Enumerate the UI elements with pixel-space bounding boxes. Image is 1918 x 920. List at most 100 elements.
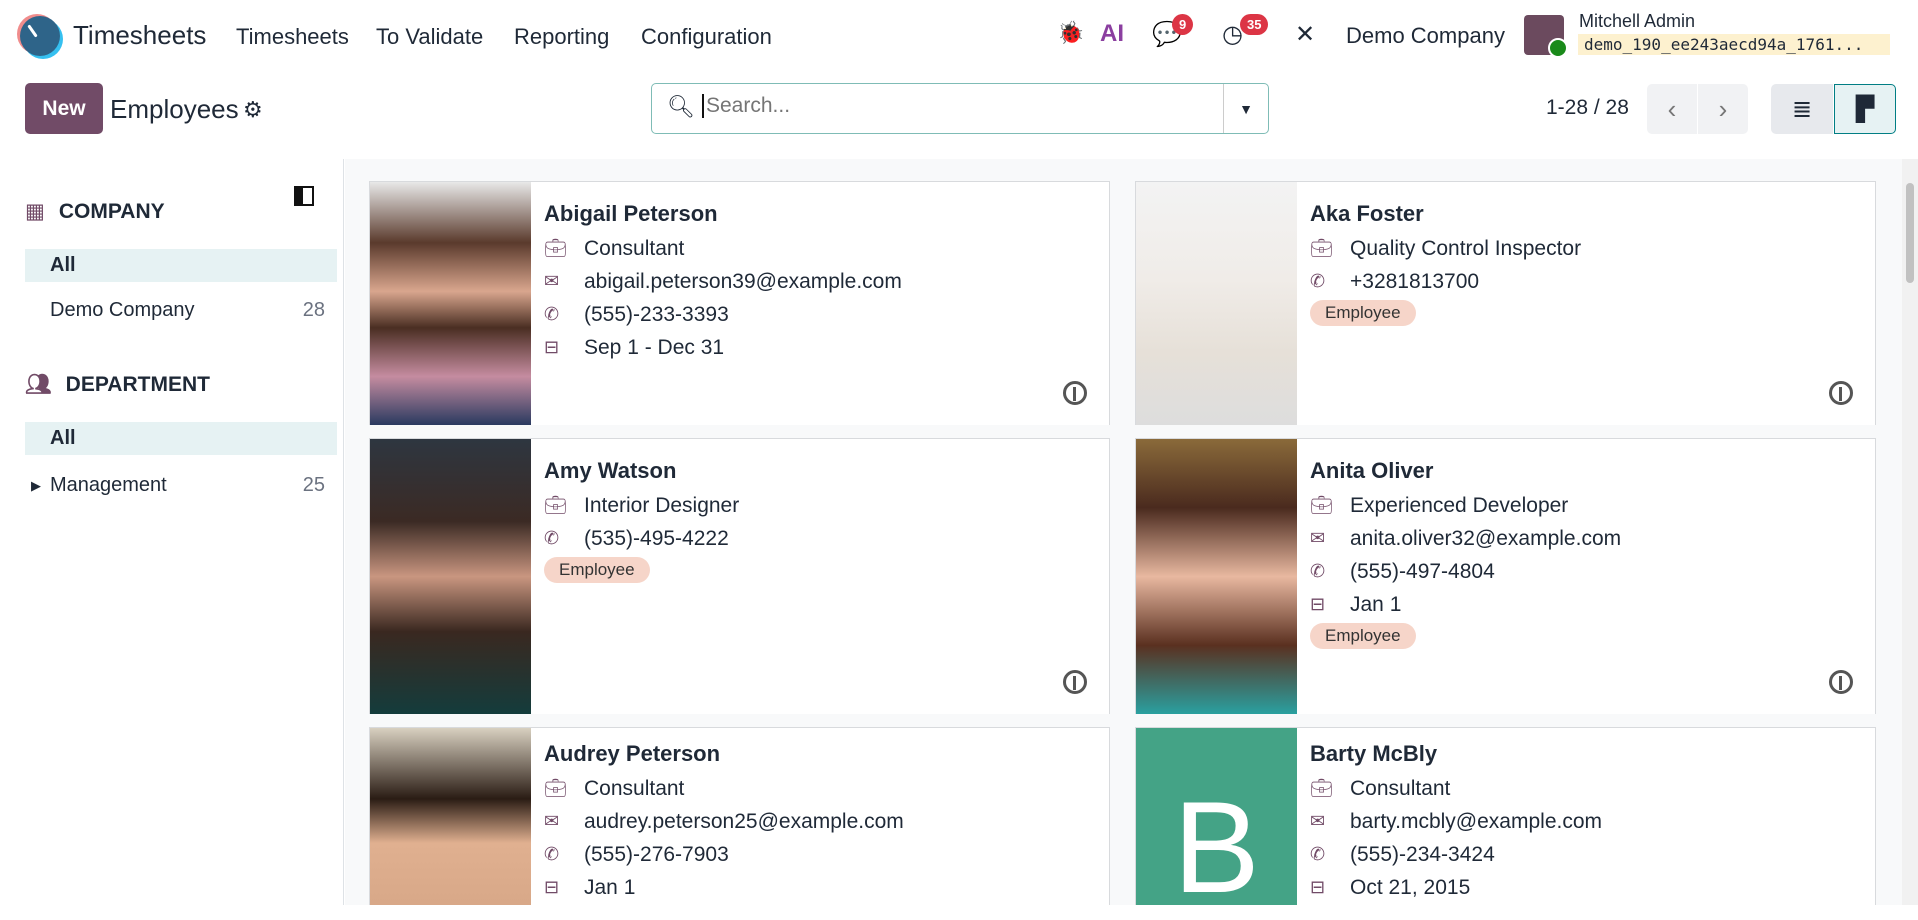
settings-tools-icon[interactable]: ✕ — [1295, 20, 1315, 49]
pager-previous-button[interactable]: ‹ — [1647, 84, 1697, 134]
contract-icon: ⊟ — [1310, 594, 1326, 614]
employee-phone: ✆ (555)-276-7903 — [544, 838, 1099, 871]
menu-to-validate[interactable]: To Validate — [376, 24, 483, 50]
kanban-view: Abigail Peterson 💼︎ Consultant ✉ abigail.pet… — [345, 159, 1902, 912]
employee-card[interactable]: Audrey Peterson 💼︎ Consultant ✉ audrey.peter… — [369, 727, 1110, 905]
contract-text: Jan 1 — [1350, 593, 1402, 616]
job-icon: 💼︎ — [544, 238, 567, 258]
employee-card[interactable]: Anita Oliver 💼︎ Experienced Developer ✉ anit… — [1135, 438, 1876, 714]
department-section-header: 👥︎ DEPARTMENT — [25, 373, 210, 397]
company-switcher[interactable]: Demo Company — [1346, 23, 1505, 49]
pager-value[interactable]: 1-28 / 28 — [1546, 96, 1629, 120]
employee-job: 💼︎ Consultant — [1310, 772, 1865, 805]
phone-icon: ✆ — [544, 528, 560, 548]
phone-icon: ✆ — [1310, 844, 1326, 864]
employee-contract: ⊟ Oct 21, 2015 — [1310, 871, 1865, 904]
job-text: Quality Control Inspector — [1350, 237, 1582, 260]
employee-photo: B — [1136, 728, 1297, 912]
employee-job: 💼︎ Experienced Developer — [1310, 489, 1865, 522]
email-icon: ✉ — [544, 811, 560, 831]
search-icon: 🔍︎ — [667, 94, 695, 119]
scrollbar[interactable] — [1902, 159, 1918, 905]
user-avatar[interactable] — [1524, 15, 1568, 58]
filter-count: 25 — [302, 474, 325, 496]
pager-next-button[interactable]: › — [1698, 84, 1748, 134]
employee-email: ✉ barty.mcbly@example.com — [1310, 805, 1865, 838]
filter-company-all[interactable]: All — [25, 249, 337, 282]
employee-photo — [1136, 182, 1297, 425]
employee-name: Barty McBly — [1310, 741, 1438, 766]
activities-badge: 35 — [1240, 14, 1269, 35]
app-name[interactable]: Timesheets — [73, 20, 206, 51]
gear-icon[interactable]: ⚙ — [243, 97, 263, 123]
email-icon: ✉ — [1310, 811, 1326, 831]
job-text: Consultant — [584, 237, 685, 260]
contract-text: Sep 1 - Dec 31 — [584, 336, 725, 359]
employee-card[interactable]: Abigail Peterson 💼︎ Consultant ✉ abigail.pet… — [369, 181, 1110, 425]
email-text: barty.mcbly@example.com — [1350, 810, 1602, 833]
employee-phone: ✆ (555)-233-3393 — [544, 298, 1099, 331]
top-navbar: Timesheets Timesheets To Validate Report… — [0, 0, 1918, 70]
menu-timesheets[interactable]: Timesheets — [236, 24, 349, 50]
app-logo-icon[interactable] — [20, 16, 60, 56]
phone-icon: ✆ — [1310, 271, 1326, 291]
search-bar: 🔍︎ ▼ — [651, 83, 1269, 134]
phone-icon: ✆ — [544, 844, 560, 864]
filter-company-demo[interactable]: Demo Company 28 — [25, 294, 337, 327]
filter-label: Demo Company — [50, 299, 195, 321]
activity-clock-icon[interactable] — [1829, 381, 1853, 405]
sidebar-toggle-icon[interactable] — [294, 186, 314, 206]
phone-icon: ✆ — [544, 304, 560, 324]
employee-name: Abigail Peterson — [544, 201, 718, 226]
employee-email: ✉ abigail.peterson39@example.com — [544, 265, 1099, 298]
employee-name: Anita Oliver — [1310, 458, 1434, 483]
contract-icon: ⊟ — [544, 877, 560, 897]
employee-phone: ✆ (535)-495-4222 — [544, 522, 1099, 555]
filter-department-all[interactable]: All — [25, 422, 337, 455]
email-text: anita.oliver32@example.com — [1350, 527, 1622, 550]
building-icon: ▦ — [25, 200, 45, 223]
phone-text: (555)-276-7903 — [584, 843, 729, 866]
search-input[interactable] — [702, 94, 1202, 118]
employee-photo — [370, 439, 531, 714]
employee-job: 💼︎ Interior Designer — [544, 489, 1099, 522]
employee-name: Audrey Peterson — [544, 741, 721, 766]
employee-contract: ⊟ Sep 1 - Dec 31 — [544, 331, 1099, 364]
page-title: Employees — [110, 94, 239, 124]
employee-name: Amy Watson — [544, 458, 677, 483]
job-icon: 💼︎ — [1310, 495, 1333, 515]
kanban-view-button[interactable]: ▛ — [1834, 84, 1896, 134]
activity-clock-icon[interactable] — [1829, 670, 1853, 694]
employee-tag: Employee — [1310, 300, 1416, 326]
menu-reporting[interactable]: Reporting — [514, 24, 609, 50]
activity-clock-icon[interactable] — [1063, 670, 1087, 694]
phone-icon: ✆ — [1310, 561, 1326, 581]
job-icon: 💼︎ — [1310, 778, 1333, 798]
ai-icon[interactable]: AI — [1100, 20, 1124, 48]
caret-right-icon[interactable]: ▶ — [31, 478, 41, 494]
activity-clock-icon[interactable] — [1063, 381, 1087, 405]
job-text: Experienced Developer — [1350, 494, 1569, 517]
filter-count: 28 — [302, 299, 325, 321]
menu-configuration[interactable]: Configuration — [641, 24, 772, 50]
employee-photo — [370, 728, 531, 905]
employee-tag: Employee — [1310, 623, 1416, 649]
debug-bug-icon[interactable]: 🐞 — [1057, 20, 1084, 46]
employee-job: 💼︎ Consultant — [544, 772, 1099, 805]
employee-card[interactable]: B Barty McBly 💼︎ Consultant ✉ barty.mcbly@exa… — [1135, 727, 1876, 912]
user-name[interactable]: Mitchell Admin — [1579, 11, 1695, 32]
employee-phone: ✆ (555)-234-3424 — [1310, 838, 1865, 871]
employee-card[interactable]: Aka Foster 💼︎ Quality Control Inspector ✆ +3… — [1135, 181, 1876, 425]
scrollbar-thumb[interactable] — [1906, 183, 1914, 283]
phone-text: +3281813700 — [1350, 270, 1480, 293]
search-options-toggle[interactable]: ▼ — [1223, 84, 1268, 133]
employee-email: ✉ anita.oliver32@example.com — [1310, 522, 1865, 555]
phone-text: (555)-233-3393 — [584, 303, 729, 326]
employee-job: 💼︎ Quality Control Inspector — [1310, 232, 1865, 265]
filter-department-management[interactable]: ▶ Management 25 — [25, 469, 337, 502]
employee-card[interactable]: Amy Watson 💼︎ Interior Designer ✆ (535)-495-… — [369, 438, 1110, 714]
company-section-header: ▦ COMPANY — [25, 199, 165, 224]
phone-text: (555)-234-3424 — [1350, 843, 1495, 866]
list-view-button[interactable]: ≣ — [1771, 84, 1833, 134]
new-button[interactable]: New — [25, 83, 103, 134]
